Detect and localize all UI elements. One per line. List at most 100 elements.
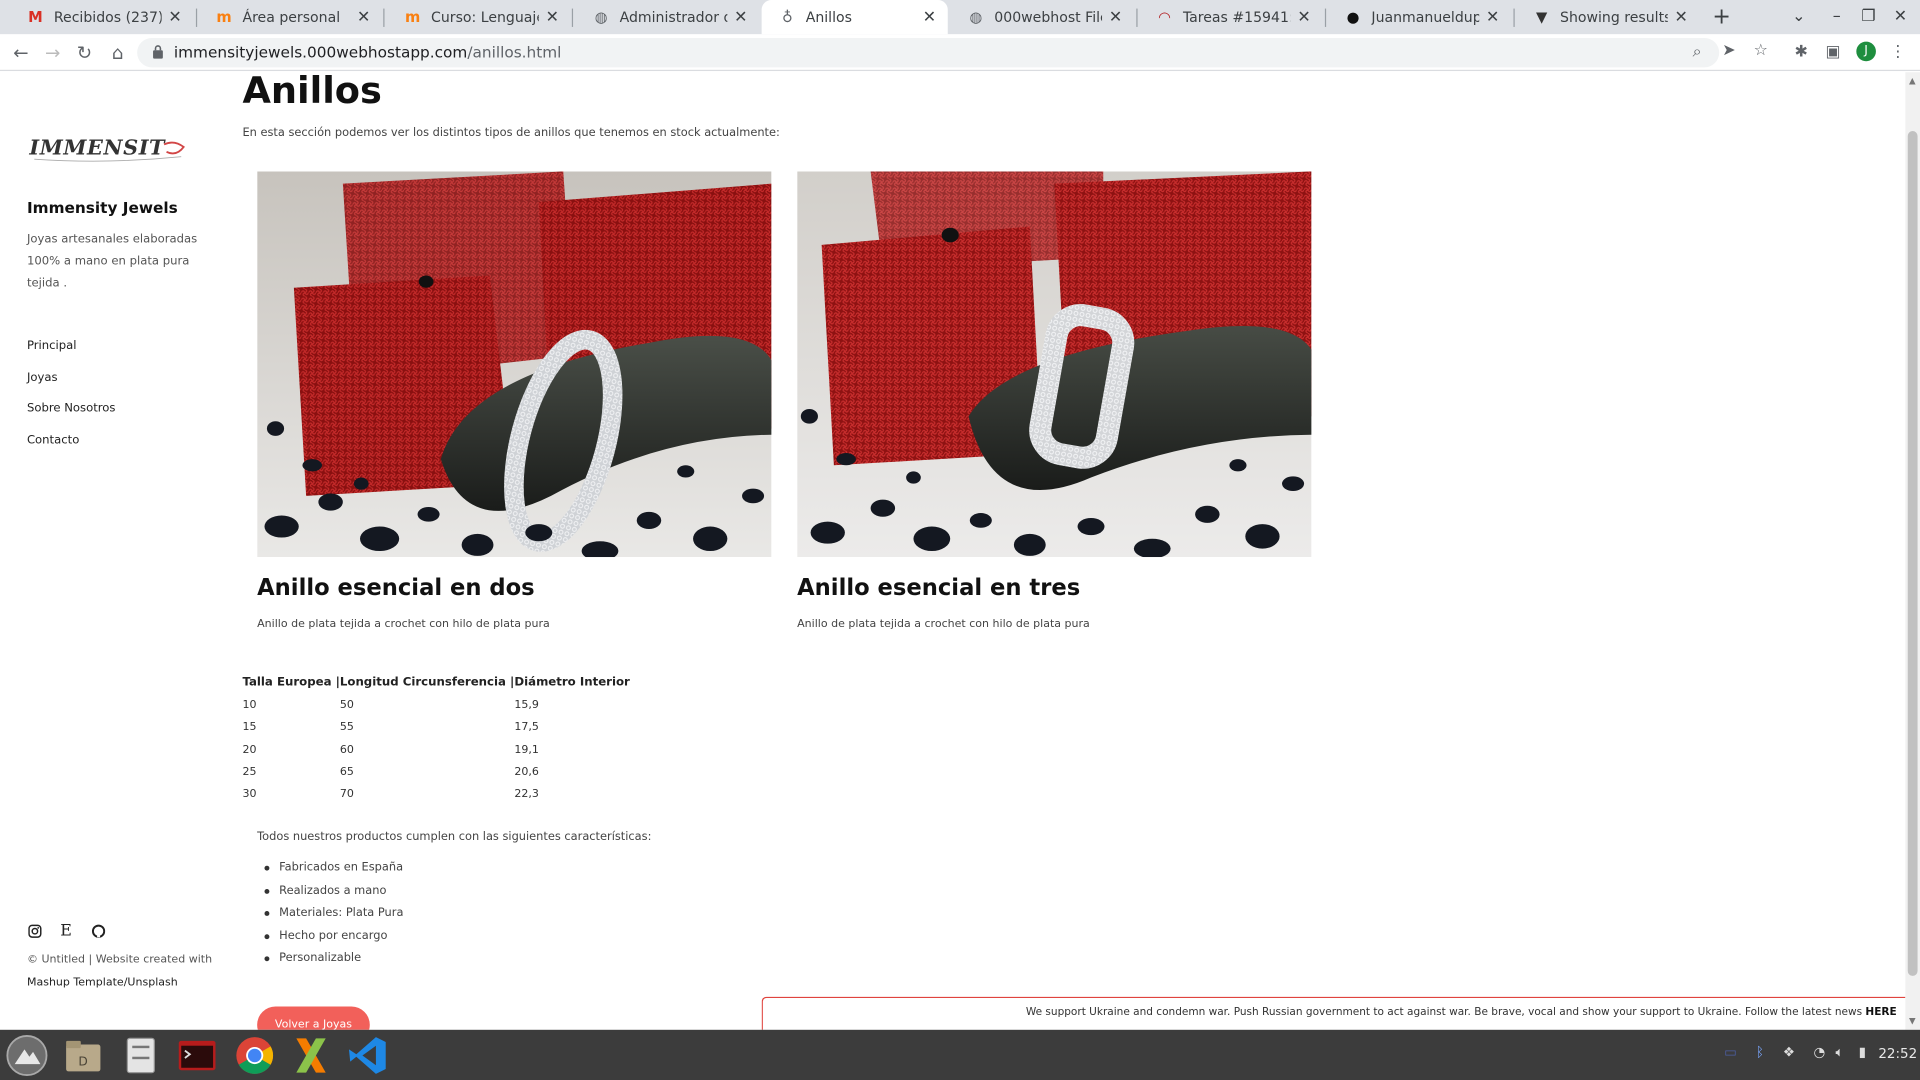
new-tab-button[interactable]: + — [1709, 4, 1733, 29]
moodle-icon: m — [404, 8, 421, 26]
back-to-joyas-button[interactable]: Volver a Joyas — [257, 1006, 370, 1030]
github-icon[interactable] — [91, 923, 106, 938]
side-panel-icon[interactable]: ▣ — [1822, 42, 1844, 64]
wolf-icon: ▼ — [1535, 8, 1548, 26]
browser-tab-strip: M Recibidos (237) - jua ✕ m Área persona… — [0, 0, 1920, 35]
table-cell: 22,3 — [514, 788, 539, 802]
chrome-icon[interactable] — [233, 1033, 277, 1077]
table-header-row: Talla Europea | Longitud Circunsferencia… — [242, 671, 629, 694]
sidebar-item-principal[interactable]: Principal — [27, 339, 116, 370]
features-list: Fabricados en España Realizados a mano M… — [264, 861, 403, 974]
page-title: Anillos — [242, 72, 382, 113]
terminal-icon[interactable] — [175, 1033, 219, 1077]
forward-icon[interactable]: → — [42, 42, 64, 64]
mx-logo-icon[interactable] — [5, 1033, 49, 1077]
close-icon[interactable]: ✕ — [1673, 8, 1690, 26]
banner-text: We support Ukraine and condemn war. Push… — [1026, 1007, 1897, 1019]
list-item: Personalizable — [264, 951, 403, 974]
address-bar[interactable]: immensityjewels.000webhostapp.com/anillo… — [137, 37, 1720, 68]
table-cell: 55 — [339, 721, 354, 735]
tab-showing-results[interactable]: ▼ Showing results for ✕ — [1516, 0, 1700, 34]
close-icon[interactable]: ✕ — [355, 8, 372, 26]
close-icon[interactable]: ✕ — [167, 8, 184, 26]
zoom-icon[interactable]: ⌕ — [1687, 43, 1707, 63]
ukraine-support-banner: We support Ukraine and condemn war. Push… — [761, 996, 1906, 1030]
close-icon[interactable]: ✕ — [544, 8, 561, 26]
tab-administrador[interactable]: ◍ Administrador de arc ✕ — [576, 0, 760, 34]
close-icon[interactable]: ✕ — [1107, 8, 1124, 26]
sidebar-item-contacto[interactable]: Contacto — [27, 433, 116, 464]
tab-title: Anillos — [805, 8, 852, 26]
vscode-icon[interactable] — [345, 1033, 389, 1077]
home-icon[interactable]: ⌂ — [107, 42, 129, 64]
tab-gmail[interactable]: M Recibidos (237) - jua ✕ — [10, 0, 194, 34]
xampp-icon[interactable] — [289, 1033, 333, 1077]
back-icon[interactable]: ← — [10, 42, 32, 64]
gmail-icon: M — [28, 8, 43, 26]
scroll-up-icon[interactable]: ▲ — [1909, 76, 1916, 86]
sidebar-item-joyas[interactable]: Joyas — [27, 370, 116, 401]
etsy-icon[interactable]: E — [59, 921, 74, 939]
sidebar-item-sobre-nosotros[interactable]: Sobre Nosotros — [27, 402, 116, 433]
close-icon[interactable]: ✕ — [1296, 8, 1313, 26]
tab-000webhost[interactable]: ◍ 000webhost File Man ✕ — [950, 0, 1134, 34]
column-header: Talla Europea | — [242, 675, 340, 690]
tab-anillos[interactable]: ♁ Anillos ✕ — [761, 0, 948, 35]
bluetooth-icon[interactable]: ᛒ — [1756, 1044, 1764, 1060]
tab-area-personal[interactable]: m Área personal ✕ — [198, 0, 382, 34]
extensions-icon[interactable]: ✱ — [1790, 42, 1812, 64]
close-window-icon[interactable]: ✕ — [1888, 7, 1912, 25]
battery-icon[interactable]: ▮ — [1859, 1044, 1866, 1060]
tab-github[interactable]: ● Juanmanueldupi/Pro ✕ — [1327, 0, 1511, 34]
product-image-anillo-dos[interactable] — [257, 171, 772, 558]
send-icon[interactable]: ➤ — [1719, 42, 1739, 62]
restore-icon[interactable]: ❐ — [1856, 7, 1880, 25]
product-title: Anillo esencial en tres — [797, 575, 1081, 602]
table-cell: 30 — [242, 788, 257, 802]
scroll-down-icon[interactable]: ▼ — [1909, 1016, 1916, 1026]
tab-curso[interactable]: m Curso: Lenguajes de ✕ — [387, 0, 571, 34]
table-cell: 10 — [242, 699, 257, 712]
template-credits-link[interactable]: Mashup Template/Unsplash — [27, 972, 223, 995]
wifi-icon[interactable]: ◔ — [1813, 1044, 1825, 1060]
scrollbar-thumb[interactable] — [1907, 131, 1918, 976]
banner-here-link[interactable]: HERE — [1865, 1007, 1896, 1019]
dropbox-icon[interactable]: ❖ — [1783, 1044, 1795, 1060]
reload-icon[interactable]: ↻ — [73, 42, 95, 64]
instagram-icon[interactable] — [27, 923, 42, 938]
files-icon[interactable]: D — [61, 1033, 105, 1077]
close-icon[interactable]: ✕ — [1484, 8, 1501, 26]
page-scrollbar[interactable]: ▲ ▼ — [1905, 72, 1920, 1030]
lock-icon — [153, 45, 163, 59]
ring-icon: ♁ — [781, 8, 793, 26]
tab-title: Recibidos (237) - jua — [53, 8, 162, 26]
bookmark-star-icon[interactable]: ☆ — [1751, 42, 1771, 62]
ring-size-table: Talla Europea | Longitud Circunsferencia… — [242, 671, 629, 806]
tab-search-icon[interactable]: ⌄ — [1787, 7, 1811, 25]
svg-text:D: D — [78, 1054, 87, 1068]
site-logo[interactable]: IMMENSIT — [27, 127, 191, 166]
site-title[interactable]: Immensity Jewels — [27, 198, 178, 216]
table-cell: 19,1 — [514, 744, 539, 757]
workspace-icon[interactable]: ▭ — [1724, 1044, 1737, 1060]
close-icon[interactable]: ✕ — [921, 8, 938, 26]
avatar[interactable]: J — [1856, 41, 1876, 62]
tab-title: Showing results for — [1560, 8, 1668, 26]
minimize-icon[interactable]: – — [1824, 7, 1848, 25]
tab-title: 000webhost File Man — [994, 8, 1102, 26]
table-cell: 60 — [339, 744, 354, 757]
social-links: E — [27, 921, 106, 940]
file-cabinet-icon[interactable] — [119, 1033, 163, 1077]
tab-title: Administrador de arc — [619, 8, 728, 26]
copyright-text: © Untitled | Website created with — [26, 953, 213, 967]
tab-tareas[interactable]: ◠ Tareas #15941: [LM ✕ — [1139, 0, 1323, 34]
tab-title: Área personal — [242, 8, 341, 26]
table-cell: 70 — [339, 788, 354, 802]
list-item: Fabricados en España — [264, 861, 403, 884]
menu-icon[interactable]: ⋮ — [1887, 42, 1909, 64]
volume-icon[interactable]: 🔈︎ — [1836, 1044, 1844, 1061]
clock[interactable]: 22:52 — [1878, 1046, 1917, 1062]
product-image-anillo-tres[interactable] — [797, 171, 1312, 558]
close-icon[interactable]: ✕ — [732, 8, 749, 26]
globe-icon: ◍ — [969, 8, 983, 26]
